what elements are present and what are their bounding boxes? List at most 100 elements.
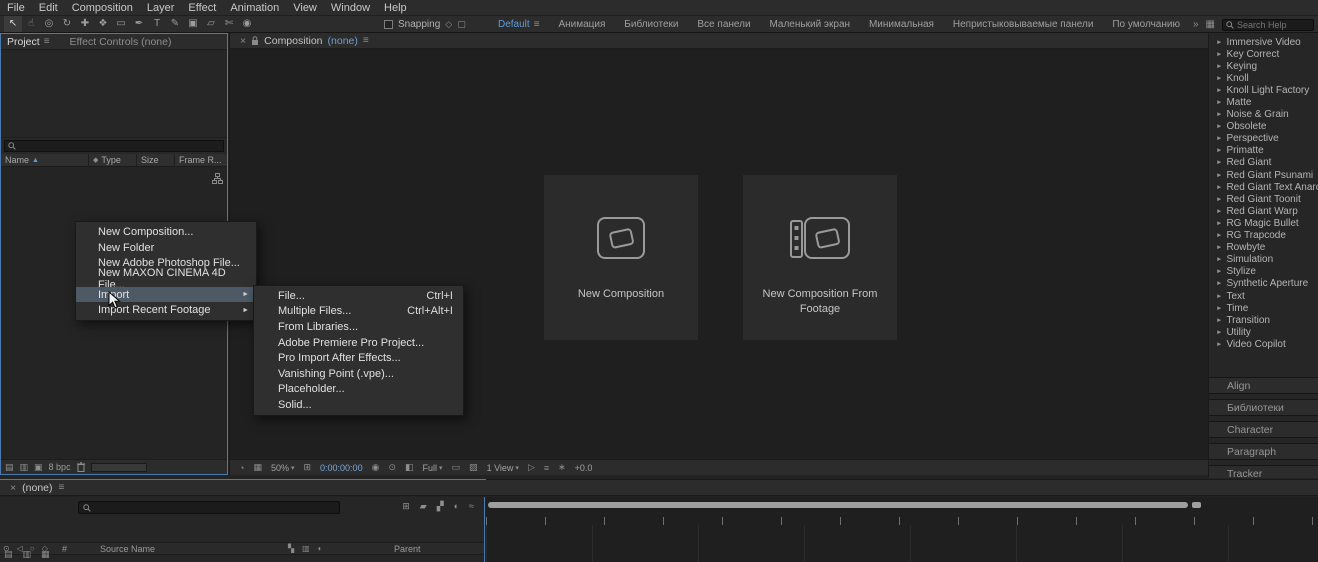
- expand-arrow-icon[interactable]: ►: [1216, 123, 1222, 130]
- collapsed-panel-header[interactable]: Align: [1209, 377, 1318, 394]
- menubar-item[interactable]: Composition: [65, 0, 140, 16]
- brush-tool-icon[interactable]: ✎: [166, 16, 184, 32]
- workspace-tab[interactable]: Библиотеки ≡: [624, 19, 678, 30]
- effects-category[interactable]: ► RG Trapcode: [1209, 230, 1318, 242]
- time-navigator-bar[interactable]: [488, 502, 1188, 508]
- panel-menu-icon[interactable]: ≡: [363, 35, 369, 46]
- expand-arrow-icon[interactable]: ►: [1216, 256, 1222, 263]
- expand-arrow-icon[interactable]: ►: [1216, 39, 1222, 46]
- magnification-menu[interactable]: 50% ▾: [271, 463, 295, 473]
- effects-category[interactable]: ► Knoll: [1209, 72, 1318, 84]
- expand-arrow-icon[interactable]: ►: [1216, 159, 1222, 166]
- menubar-item[interactable]: Window: [324, 0, 377, 16]
- workspace-menu-icon[interactable]: ≡: [534, 19, 540, 30]
- column-type[interactable]: ◆ Type: [89, 154, 137, 166]
- effects-category[interactable]: ► Transition: [1209, 314, 1318, 326]
- timeline-tab-label[interactable]: (none): [22, 482, 52, 494]
- collapsed-panel-header[interactable]: Tracker: [1209, 465, 1318, 478]
- tab-project[interactable]: Project: [7, 36, 40, 48]
- collapsed-panel-header[interactable]: Paragraph: [1209, 443, 1318, 460]
- submenu-item[interactable]: Vanishing Point (.vpe)...: [254, 366, 463, 382]
- snap-frame-icon[interactable]: ▢: [457, 19, 466, 30]
- expand-arrow-icon[interactable]: ►: [1216, 220, 1222, 227]
- roto-brush-tool-icon[interactable]: ✄: [220, 16, 238, 32]
- snap-angle-icon[interactable]: ◇: [445, 19, 452, 30]
- menubar-item[interactable]: Effect: [181, 0, 223, 16]
- frame-blend-toggle-icon[interactable]: ▞: [437, 501, 444, 512]
- expand-arrow-icon[interactable]: ►: [1216, 341, 1222, 348]
- grid-and-guides-icon[interactable]: ▦: [253, 462, 262, 473]
- lock-icon[interactable]: [251, 35, 259, 46]
- context-menu-item[interactable]: New Folder ►: [76, 240, 256, 256]
- column-source-name[interactable]: Source Name: [100, 543, 155, 555]
- submenu-item[interactable]: From Libraries...: [254, 319, 463, 335]
- menubar-item[interactable]: Help: [377, 0, 414, 16]
- expand-arrow-icon[interactable]: ►: [1216, 111, 1222, 118]
- composition-tab-label[interactable]: Composition: [264, 35, 322, 47]
- column-size[interactable]: Size: [137, 154, 175, 166]
- expand-arrow-icon[interactable]: ►: [1216, 232, 1222, 239]
- switches-icon[interactable]: ▥: [302, 543, 310, 555]
- expand-arrow-icon[interactable]: ►: [1216, 99, 1222, 106]
- effects-category[interactable]: ► Red Giant Psunami: [1209, 169, 1318, 181]
- help-search-box[interactable]: [1222, 18, 1314, 31]
- expand-arrow-icon[interactable]: ►: [1216, 317, 1222, 324]
- help-search-input[interactable]: [1237, 19, 1310, 30]
- pen-tool-icon[interactable]: ✒: [130, 16, 148, 32]
- snapshot-icon[interactable]: ◉: [372, 462, 380, 473]
- expand-arrow-icon[interactable]: ►: [1216, 63, 1222, 70]
- bit-depth-button[interactable]: 8 bpc: [49, 462, 71, 472]
- submenu-item[interactable]: Adobe Premiere Pro Project...: [254, 335, 463, 351]
- motion-blur-toggle-icon[interactable]: ◐: [454, 501, 459, 512]
- close-tab-icon[interactable]: ×: [240, 35, 246, 47]
- effects-category[interactable]: ► Time: [1209, 302, 1318, 314]
- effects-category[interactable]: ► Stylize: [1209, 266, 1318, 278]
- expand-in-out-icon[interactable]: ▦: [41, 549, 50, 560]
- effects-category[interactable]: ► Rowbyte: [1209, 242, 1318, 254]
- eraser-tool-icon[interactable]: ▱: [202, 16, 220, 32]
- effects-category[interactable]: ► Knoll Light Factory: [1209, 84, 1318, 96]
- context-menu-item[interactable]: New Composition... ►: [76, 224, 256, 240]
- new-composition-card[interactable]: New Composition: [544, 175, 698, 340]
- effects-category[interactable]: ► Noise & Grain: [1209, 109, 1318, 121]
- timecode-display[interactable]: 0:00:00:00: [320, 463, 363, 473]
- new-folder-icon[interactable]: ▥: [20, 462, 29, 473]
- selection-tool-icon[interactable]: ↖: [4, 16, 22, 32]
- panel-menu-icon[interactable]: ≡: [44, 36, 50, 47]
- blend-mode-icon[interactable]: ◐: [318, 543, 323, 555]
- panel-grid-icon[interactable]: ▦: [1206, 19, 1215, 30]
- effects-category[interactable]: ► Matte: [1209, 96, 1318, 108]
- submenu-item[interactable]: Pro Import After Effects...: [254, 350, 463, 366]
- orbit-camera-tool-icon[interactable]: ↻: [58, 16, 76, 32]
- expand-arrow-icon[interactable]: ►: [1216, 75, 1222, 82]
- composition-flowchart-icon[interactable]: ∗: [558, 462, 566, 473]
- timeline-search-box[interactable]: [78, 501, 340, 514]
- effects-category[interactable]: ► Primatte: [1209, 145, 1318, 157]
- pan-behind-tool-icon[interactable]: ❖: [94, 16, 112, 32]
- expand-arrow-icon[interactable]: ►: [1216, 196, 1222, 203]
- view-options-icon[interactable]: ◔: [239, 463, 244, 473]
- expand-transfer-controls-icon[interactable]: ▥: [23, 549, 32, 560]
- workspace-overflow-icon[interactable]: »: [1193, 19, 1199, 30]
- submenu-item[interactable]: Multiple Files... Ctrl+Alt+I: [254, 304, 463, 320]
- timeline-track-area[interactable]: [486, 497, 1318, 562]
- workspace-tab[interactable]: Default ≡: [498, 19, 540, 30]
- submenu-item[interactable]: File... Ctrl+I: [254, 288, 463, 304]
- trash-icon[interactable]: [76, 462, 85, 472]
- workspace-tab[interactable]: Маленький экран ≡: [769, 19, 850, 30]
- expand-arrow-icon[interactable]: ►: [1216, 51, 1222, 58]
- column-name[interactable]: Name ▲: [1, 154, 89, 166]
- transparency-grid-icon[interactable]: ▨: [469, 462, 478, 473]
- effects-category[interactable]: ► Synthetic Aperture: [1209, 278, 1318, 290]
- expand-arrow-icon[interactable]: ►: [1216, 208, 1222, 215]
- effects-category[interactable]: ► Video Copilot: [1209, 338, 1318, 350]
- menubar-item[interactable]: Edit: [32, 0, 65, 16]
- mask-shape-tool-icon[interactable]: ▭: [112, 16, 130, 32]
- effects-category[interactable]: ► Red Giant Toonit: [1209, 193, 1318, 205]
- project-search-input[interactable]: [20, 141, 220, 151]
- workspace-tab[interactable]: Анимация ≡: [558, 19, 605, 30]
- effects-category[interactable]: ► Keying: [1209, 60, 1318, 72]
- interpret-footage-icon[interactable]: ▤: [5, 462, 14, 473]
- workspace-tab[interactable]: По умолчанию ≡: [1112, 19, 1180, 30]
- effects-category[interactable]: ► Immersive Video: [1209, 36, 1318, 48]
